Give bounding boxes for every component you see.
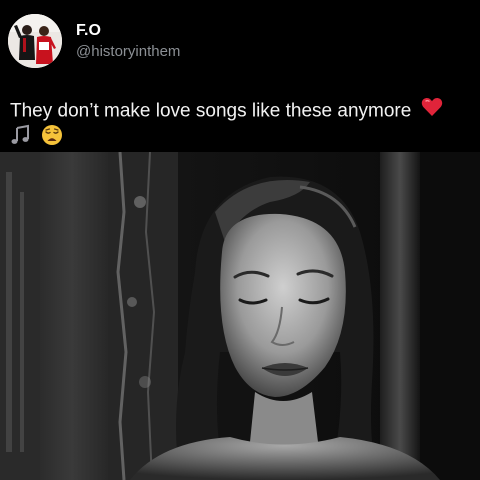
black-and-white-portrait xyxy=(0,152,480,480)
emoji-row xyxy=(10,124,472,155)
display-name[interactable]: F.O xyxy=(76,21,180,40)
post-text: They don’t make love songs like these an… xyxy=(10,97,472,155)
avatar[interactable] xyxy=(8,14,62,68)
author-names: F.O @historyinthem xyxy=(76,21,180,62)
red-heart-icon xyxy=(421,97,443,126)
avatar-photo xyxy=(8,14,62,68)
video-media[interactable] xyxy=(0,152,480,480)
post-card: F.O @historyinthem They don’t make love … xyxy=(0,0,480,480)
musical-notes-icon xyxy=(10,124,32,155)
post-header: F.O @historyinthem xyxy=(8,14,180,68)
post-text-body: They don’t make love songs like these an… xyxy=(10,100,412,122)
author-handle[interactable]: @historyinthem xyxy=(76,42,180,62)
weary-face-icon xyxy=(41,124,63,155)
